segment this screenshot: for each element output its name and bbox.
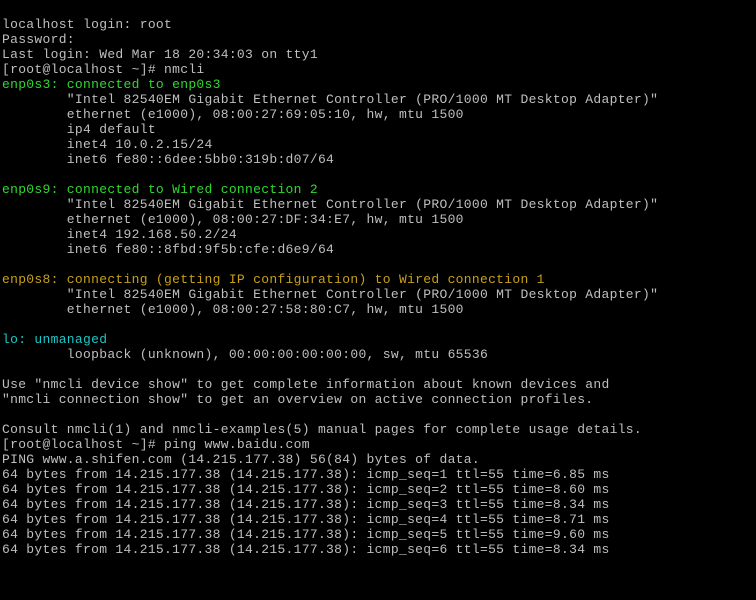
iface-enp0s9-inet6: inet6 fe80::8fbd:9f5b:cfe:d6e9/64 — [2, 242, 334, 257]
iface-enp0s9-mac: ethernet (e1000), 08:00:27:DF:34:E7, hw,… — [2, 212, 464, 227]
prompt-nmcli: [root@localhost ~]# nmcli — [2, 62, 205, 77]
ping-reply-1: 64 bytes from 14.215.177.38 (14.215.177.… — [2, 467, 610, 482]
iface-enp0s3-mac: ethernet (e1000), 08:00:27:69:05:10, hw,… — [2, 107, 464, 122]
blank-line — [2, 167, 10, 182]
blank-line — [2, 407, 10, 422]
ping-reply-5: 64 bytes from 14.215.177.38 (14.215.177.… — [2, 527, 610, 542]
iface-enp0s8-desc: "Intel 82540EM Gigabit Ethernet Controll… — [2, 287, 658, 302]
iface-enp0s3-inet4: inet4 10.0.2.15/24 — [2, 137, 213, 152]
ping-reply-2: 64 bytes from 14.215.177.38 (14.215.177.… — [2, 482, 610, 497]
blank-line — [2, 362, 10, 377]
iface-enp0s3-default: ip4 default — [2, 122, 156, 137]
ping-reply-6: 64 bytes from 14.215.177.38 (14.215.177.… — [2, 542, 610, 557]
iface-enp0s8-header: enp0s8: connecting (getting IP configura… — [2, 272, 545, 287]
iface-enp0s8-mac: ethernet (e1000), 08:00:27:58:80:C7, hw,… — [2, 302, 464, 317]
terminal-screen[interactable]: localhost login: root Password: Last log… — [0, 0, 756, 559]
iface-lo-header: lo: unmanaged — [2, 332, 107, 347]
ping-reply-4: 64 bytes from 14.215.177.38 (14.215.177.… — [2, 512, 610, 527]
iface-enp0s9-desc: "Intel 82540EM Gigabit Ethernet Controll… — [2, 197, 658, 212]
info-line-3: Consult nmcli(1) and nmcli-examples(5) m… — [2, 422, 642, 437]
iface-enp0s9-header: enp0s9: connected to Wired connection 2 — [2, 182, 318, 197]
iface-enp0s3-inet6: inet6 fe80::6dee:5bb0:319b:d07/64 — [2, 152, 334, 167]
ping-reply-3: 64 bytes from 14.215.177.38 (14.215.177.… — [2, 497, 610, 512]
info-line-1: Use "nmcli device show" to get complete … — [2, 377, 610, 392]
iface-lo-desc: loopback (unknown), 00:00:00:00:00:00, s… — [2, 347, 488, 362]
prompt-ping: [root@localhost ~]# ping www.baidu.com — [2, 437, 310, 452]
ping-header: PING www.a.shifen.com (14.215.177.38) 56… — [2, 452, 480, 467]
login-line: localhost login: root — [2, 17, 172, 32]
info-line-2: "nmcli connection show" to get an overvi… — [2, 392, 593, 407]
last-login-line: Last login: Wed Mar 18 20:34:03 on tty1 — [2, 47, 318, 62]
blank-line — [2, 317, 10, 332]
iface-enp0s3-desc: "Intel 82540EM Gigabit Ethernet Controll… — [2, 92, 658, 107]
blank-line — [2, 257, 10, 272]
iface-enp0s3-header: enp0s3: connected to enp0s3 — [2, 77, 221, 92]
password-line: Password: — [2, 32, 75, 47]
iface-enp0s9-inet4: inet4 192.168.50.2/24 — [2, 227, 237, 242]
